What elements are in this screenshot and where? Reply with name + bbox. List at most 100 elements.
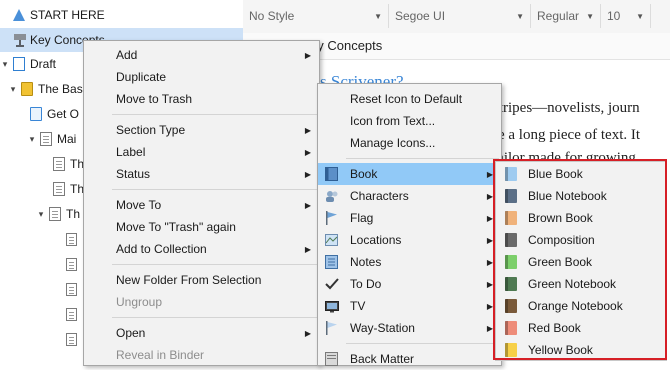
editor-text-line: stripes—novelists, journ [493, 100, 640, 116]
editor-document-title: ey Concepts [310, 38, 383, 53]
menu-separator [112, 317, 317, 318]
size-value: 10 [607, 9, 621, 23]
menu-item-icon-from-text[interactable]: Icon from Text... [318, 110, 501, 132]
menu-item-way-station[interactable]: Way-Station ▶ [318, 317, 501, 339]
menu-item-label: Ungroup [116, 295, 163, 309]
menu-item-flag[interactable]: Flag ▶ [318, 207, 501, 229]
document-icon [53, 182, 65, 196]
binder-item-label: Get O [47, 107, 80, 121]
menu-item-back-matter[interactable]: Back Matter [318, 348, 501, 370]
way-station-flag-icon [325, 321, 338, 335]
menu-item-label: Add [116, 48, 138, 62]
menu-separator [346, 158, 499, 159]
document-icon [66, 233, 77, 246]
menu-item-new-folder-from-selection[interactable]: New Folder From Selection [84, 269, 319, 291]
font-size-select[interactable]: 10 ▼ [601, 4, 651, 28]
menu-item-label: New Folder From Selection [116, 273, 262, 287]
document-icon [66, 333, 77, 346]
menu-item-label: Characters [350, 189, 409, 203]
key-concepts-icon [13, 33, 26, 47]
menu-item-label: Notes [350, 255, 382, 269]
paragraph-style-select[interactable]: No Style ▼ [243, 4, 389, 28]
menu-item-label: Label [116, 145, 146, 159]
font-weight-select[interactable]: Regular ▼ [531, 4, 601, 28]
menu-item-ungroup[interactable]: Ungroup [84, 291, 319, 313]
menu-item-section-type[interactable]: Section Type ▶ [84, 119, 319, 141]
chevron-right-icon: ▶ [304, 125, 311, 135]
menu-item-label: Add to Collection [116, 242, 207, 256]
menu-separator [346, 343, 499, 344]
highlight-annotation-box [493, 159, 667, 360]
menu-item-label: Way-Station [350, 321, 415, 335]
binder-context-menu: Add ▶ Duplicate Move to Trash Section Typ… [83, 40, 320, 366]
menu-item-open[interactable]: Open ▶ [84, 322, 319, 344]
menu-separator [112, 264, 317, 265]
menu-item-move-to-trash-again[interactable]: Move To "Trash" again [84, 216, 319, 238]
chevron-right-icon: ▶ [304, 200, 311, 210]
icon-submenu: Reset Icon to Default Icon from Text... … [317, 83, 502, 366]
binder-item-label: Th [70, 157, 85, 171]
binder-item-label: START HERE [30, 8, 105, 22]
chevron-down-icon: ▼ [516, 11, 524, 21]
chevron-down-icon: ▼ [586, 11, 594, 21]
menu-item-add-to-collection[interactable]: Add to Collection ▶ [84, 238, 319, 260]
document-icon [66, 283, 77, 296]
collapse-toggle[interactable]: ▾ [8, 84, 18, 95]
menu-item-manage-icons[interactable]: Manage Icons... [318, 132, 501, 154]
menu-item-label: Move to Trash [116, 92, 193, 106]
menu-item-reset-icon[interactable]: Reset Icon to Default [318, 88, 501, 110]
menu-item-tv[interactable]: TV ▶ [318, 295, 501, 317]
menu-item-label: Locations [350, 233, 402, 247]
chevron-right-icon: ▶ [304, 244, 311, 254]
menu-item-to-do[interactable]: To Do ▶ [318, 273, 501, 295]
menu-separator [112, 114, 317, 115]
folder-icon [21, 82, 33, 96]
menu-item-reveal-in-binder[interactable]: Reveal in Binder [84, 344, 319, 366]
menu-item-status[interactable]: Status ▶ [84, 163, 319, 185]
collapse-toggle[interactable]: ▾ [0, 59, 10, 70]
document-icon [66, 308, 77, 321]
menu-item-move-to[interactable]: Move To ▶ [84, 194, 319, 216]
menu-item-label: Flag [350, 211, 374, 225]
menu-item-book[interactable]: Book ▶ [318, 163, 501, 185]
chevron-right-icon: ▶ [304, 50, 311, 60]
menu-item-label: Status [116, 167, 151, 181]
book-icon [325, 167, 338, 181]
chevron-right-icon: ▶ [304, 147, 311, 157]
collapse-toggle[interactable]: ▾ [27, 134, 37, 145]
checkmark-icon [325, 277, 339, 291]
menu-item-label: Move To [116, 198, 162, 212]
binder-item-label: The Bas [38, 82, 83, 96]
start-here-icon [13, 8, 25, 22]
menu-item-label: Reset Icon to Default [350, 92, 463, 106]
flag-icon [325, 211, 338, 225]
weight-value: Regular [537, 9, 580, 23]
notes-icon [325, 255, 338, 269]
style-value: No Style [249, 9, 295, 23]
menu-item-duplicate[interactable]: Duplicate [84, 66, 319, 88]
menu-item-label: Open [116, 326, 146, 340]
document-stack-icon [49, 207, 61, 221]
collapse-toggle[interactable]: ▾ [36, 209, 46, 220]
font-family-select[interactable]: Segoe UI ▼ [389, 4, 531, 28]
chevron-down-icon: ▼ [636, 11, 644, 21]
locations-icon [325, 233, 338, 247]
menu-item-move-to-trash[interactable]: Move to Trash [84, 88, 319, 110]
format-bar: No Style ▼ Segoe UI ▼ Regular ▼ 10 ▼ [243, 0, 670, 34]
chevron-right-icon: ▶ [304, 169, 311, 179]
characters-icon [325, 189, 338, 203]
tv-icon [325, 299, 339, 313]
menu-item-characters[interactable]: Characters ▶ [318, 185, 501, 207]
binder-item-start-here[interactable]: START HERE [0, 3, 243, 27]
menu-item-add[interactable]: Add ▶ [84, 44, 319, 66]
menu-item-label: To Do [350, 277, 382, 291]
menu-item-notes[interactable]: Notes ▶ [318, 251, 501, 273]
menu-item-label: Book [350, 167, 378, 181]
menu-item-label[interactable]: Label ▶ [84, 141, 319, 163]
binder-item-label: Th [70, 182, 85, 196]
menu-item-label: TV [350, 299, 366, 313]
binder-item-label: Draft [30, 57, 57, 71]
menu-item-label: Section Type [116, 123, 186, 137]
binder-item-label: Th [66, 207, 81, 221]
menu-item-locations[interactable]: Locations ▶ [318, 229, 501, 251]
